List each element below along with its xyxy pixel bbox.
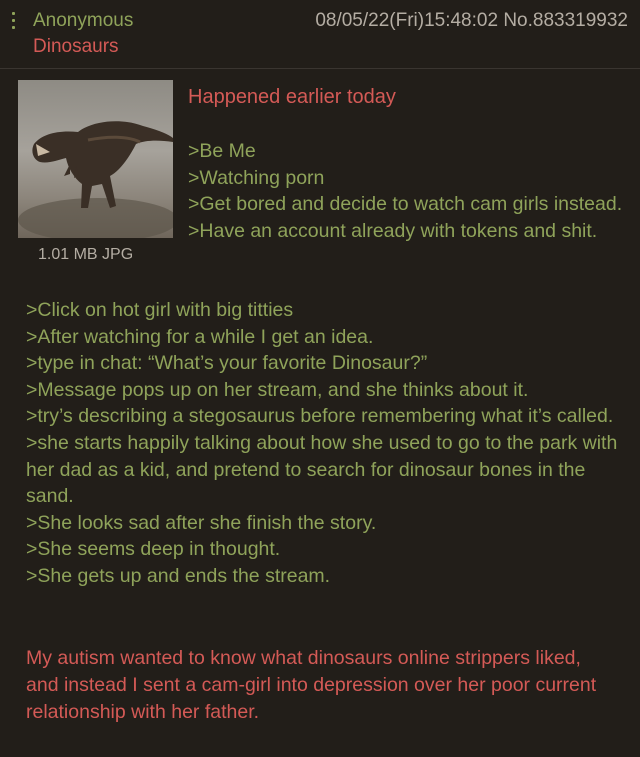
- post-subject: Dinosaurs: [33, 36, 119, 57]
- greentext-line: >Get bored and decide to watch cam girls…: [188, 193, 623, 216]
- greentext-top: >Be Me >Watching porn >Get bored and dec…: [188, 138, 628, 244]
- greentext-line: >Watching porn: [188, 166, 325, 189]
- greentext-line: >try’s describing a stegosaurus before r…: [26, 405, 614, 428]
- greentext-line: >She gets up and ends the stream.: [26, 564, 331, 587]
- greentext-line: >type in chat: “What’s your favorite Din…: [26, 352, 428, 375]
- poster-name: Anonymous: [33, 10, 134, 31]
- greentext-line: >Have an account already with tokens and…: [188, 219, 598, 242]
- greentext-line: >She seems deep in thought.: [26, 538, 281, 561]
- greentext-line: >Click on hot girl with big titties: [26, 299, 294, 321]
- greentext-line: >Message pops up on her stream, and she …: [26, 378, 529, 401]
- post-meta: 08/05/22(Fri)15:48:02 No.883319932: [315, 10, 628, 32]
- greentext-line: >After watching for a while I get an ide…: [26, 325, 374, 348]
- post-number[interactable]: No.883319932: [503, 10, 628, 31]
- greentext-line: >Be Me: [188, 140, 256, 162]
- menu-dots-icon[interactable]: [12, 12, 16, 34]
- greentext-line: >she starts happily talking about how sh…: [26, 431, 618, 508]
- dinosaur-image-icon: [18, 121, 173, 238]
- closing-text: My autism wanted to know what dinosaurs …: [26, 647, 597, 723]
- file-info[interactable]: 1.01 MB JPG: [38, 246, 133, 264]
- greentext-full: >Click on hot girl with big titties >Aft…: [26, 297, 626, 590]
- dinosaur-thumbnail[interactable]: [18, 80, 173, 238]
- greentext-line: >She looks sad after she finish the stor…: [26, 511, 377, 534]
- opening-line: Happened earlier today: [188, 86, 396, 108]
- post-header: Anonymous Dinosaurs 08/05/22(Fri)15:48:0…: [0, 0, 640, 69]
- post-datetime: 08/05/22(Fri)15:48:02: [315, 10, 499, 31]
